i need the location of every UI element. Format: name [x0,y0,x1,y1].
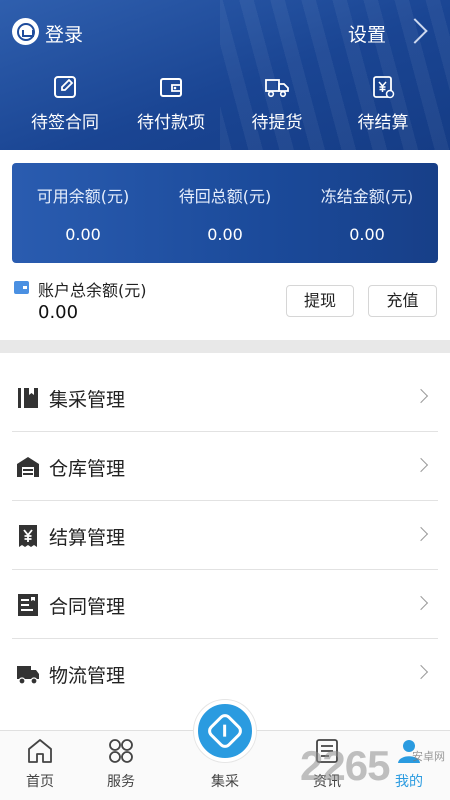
menu-item-label: 物流管理 [49,665,126,687]
tab-mine[interactable]: 我的 [374,737,444,791]
balance-value: 0.00 [349,225,385,244]
user-icon [398,740,420,763]
chevron-right-icon [413,526,429,542]
frozen-amount[interactable]: 冻结金额(元) 0.00 [296,183,438,244]
truck-icon [265,79,289,98]
balance-label: 待回总额(元) [178,187,272,206]
tab-label: 首页 [26,774,54,790]
account-total-value: 0.00 [38,302,79,323]
recharge-button[interactable]: 充值 [368,285,437,317]
tab-label: 我的 [395,774,423,790]
quick-action-pending-pickup[interactable]: 待提货 [221,74,333,138]
menu-item-logistics[interactable]: 物流管理 [12,639,438,708]
balance-value: 0.00 [65,225,101,244]
menu-item-warehouse[interactable]: 仓库管理 [12,432,438,501]
menu-item-procurement[interactable]: 集采管理 [12,363,438,432]
menu-item-label: 结算管理 [49,527,126,549]
chevron-right-icon [413,388,429,404]
chevron-right-icon [413,664,429,680]
balance-value: 0.00 [207,225,243,244]
yen-receipt-icon [19,525,37,547]
header: 登录 设置 待签合同 待付款项 待提货 待结算 [0,0,450,150]
contract-icon [18,594,38,616]
center-logo-icon [205,711,245,751]
quick-action-label: 待提货 [251,113,303,133]
wallet-icon [160,78,182,97]
tab-procurement-center-button[interactable] [194,700,256,762]
balance-label: 可用余额(元) [36,187,130,206]
menu-item-settlement[interactable]: 结算管理 [12,501,438,570]
account-total-label: 账户总余额(元) [38,281,147,300]
menu-item-contract[interactable]: 合同管理 [12,570,438,639]
quick-action-pending-payments[interactable]: 待付款项 [115,74,227,138]
app-logo-icon[interactable] [12,18,39,45]
available-balance[interactable]: 可用余额(元) 0.00 [12,183,154,244]
balance-label: 冻结金额(元) [320,187,414,206]
quick-action-label: 待签合同 [31,113,99,133]
section-divider [0,340,450,353]
news-icon [316,739,338,763]
quick-action-pending-contracts[interactable]: 待签合同 [9,74,121,138]
invoice-icon [373,76,395,99]
chevron-right-icon[interactable] [402,18,428,44]
management-menu: 集采管理 仓库管理 结算管理 合同管理 物流管理 [12,363,438,708]
tab-label: 资讯 [313,774,341,790]
withdraw-button[interactable]: 提现 [286,285,354,317]
grid-icon [109,739,133,763]
tab-home[interactable]: 首页 [5,737,75,791]
home-icon [28,739,52,763]
top-bar: 登录 设置 [0,14,450,50]
tab-services[interactable]: 服务 [86,737,156,791]
login-link[interactable]: 登录 [45,20,83,47]
chevron-right-icon [413,457,429,473]
tab-label: 服务 [107,774,135,790]
menu-item-label: 集采管理 [49,389,126,411]
edit-icon [54,76,76,98]
menu-item-label: 合同管理 [49,596,126,618]
quick-action-label: 待付款项 [137,113,205,133]
book-icon [18,388,38,408]
quick-action-pending-settlement[interactable]: 待结算 [327,74,439,138]
truck-icon [17,666,39,685]
chevron-right-icon [413,595,429,611]
account-total-section: 账户总余额(元) 0.00 提现 充值 [0,272,450,342]
settings-link[interactable]: 设置 [348,20,386,47]
quick-action-label: 待结算 [357,113,409,133]
menu-item-label: 仓库管理 [49,458,126,480]
tab-label-procurement[interactable]: 集采 [194,771,256,791]
tab-news[interactable]: 资讯 [292,737,362,791]
wallet-icon [14,281,29,294]
pending-return-total[interactable]: 待回总额(元) 0.00 [154,183,296,244]
warehouse-icon [17,457,39,477]
balance-card: 可用余额(元) 0.00 待回总额(元) 0.00 冻结金额(元) 0.00 [12,163,438,263]
